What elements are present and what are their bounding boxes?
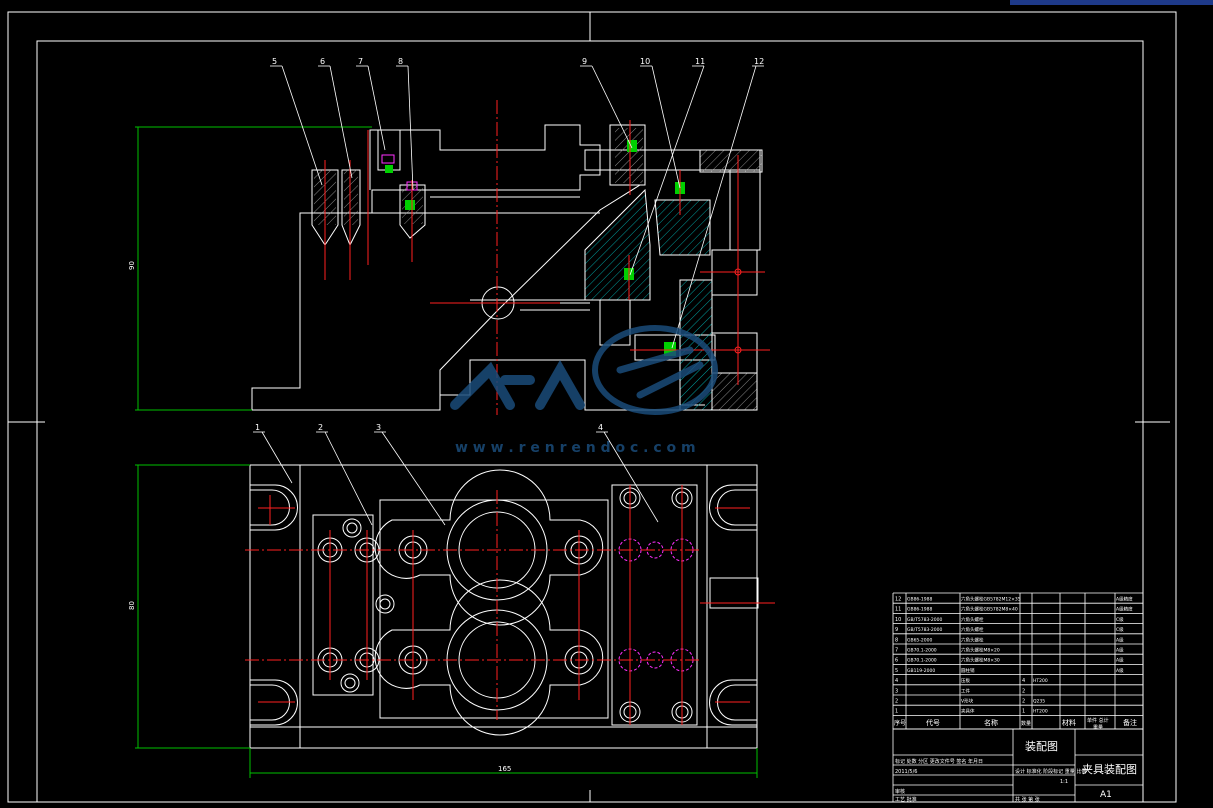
- bom-row-name: 六角头螺栓: [961, 636, 984, 643]
- bom-row-qty: 2: [1022, 699, 1025, 705]
- cad-drawing: 90 5 6 7 8 9 10 11 12 w w w . r e n r e …: [0, 0, 1213, 808]
- callout-2: 2: [318, 423, 323, 432]
- callout-5: 5: [272, 57, 277, 66]
- bom-row-name: 六角头螺栓M8×20: [961, 647, 1000, 654]
- callout-7: 7: [358, 57, 363, 66]
- bom-row-name: 六角头螺栓GB5782M12×35: [961, 596, 1021, 603]
- bom-row-idx: 1: [895, 709, 898, 715]
- bom-row-qty: 2: [1022, 688, 1025, 694]
- bom-row-idx: 11: [895, 607, 901, 613]
- bom-row-idx: 4: [895, 678, 898, 684]
- bom-row-note: A级: [1116, 657, 1124, 664]
- bom-row-material: HT200: [1033, 678, 1048, 684]
- bom-row-idx: 8: [895, 637, 898, 643]
- bom-header-weight-sub: 重量: [1093, 724, 1103, 731]
- bom-row-name: 夹具体: [961, 708, 975, 715]
- bom-row-name: 压板: [961, 677, 970, 684]
- bom-header-material: 材料: [1062, 718, 1076, 727]
- drawing-background: [0, 0, 1213, 808]
- bom-row-material: Q235: [1033, 699, 1045, 705]
- bom-row-note: C级: [1116, 626, 1124, 633]
- bom-row-note: A级: [1116, 647, 1124, 654]
- callout-1: 1: [255, 423, 260, 432]
- bom-header-note: 备注: [1123, 718, 1137, 727]
- bom-row-code: GB86-1988: [907, 597, 933, 603]
- bom-row-code: GB70.1-2000: [907, 658, 937, 664]
- callout-10: 10: [640, 57, 650, 66]
- callout-9: 9: [582, 57, 587, 66]
- bom-row-name: 六角头螺栓M8×30: [961, 657, 1000, 664]
- callout-3: 3: [376, 423, 381, 432]
- bom-row-idx: 6: [895, 658, 898, 664]
- drawing-title: 夹具装配图: [1082, 763, 1137, 776]
- bom-row-idx: 9: [895, 627, 898, 633]
- bom-header-qty: 数量: [1021, 720, 1031, 727]
- bom-row-name: 六角头螺栓GB5782M8×40: [961, 606, 1018, 613]
- bom-row-name: 圆柱销: [961, 667, 975, 674]
- callout-12: 12: [754, 57, 764, 66]
- bom-row-qty: 1: [1022, 709, 1025, 715]
- callout-8: 8: [398, 57, 403, 66]
- bom-row-code: GB/T5783-2000: [907, 617, 943, 623]
- bom-row-idx: 12: [895, 597, 901, 603]
- drawing-type: 装配图: [1025, 740, 1058, 753]
- callout-4: 4: [598, 423, 603, 432]
- tb-scale: 1:1: [1060, 779, 1068, 785]
- tb-date: 2011/5/6: [895, 769, 917, 775]
- bom-row-note: A级: [1116, 636, 1124, 643]
- bom-row-idx: 7: [895, 648, 898, 654]
- tb-stage: 共 张 第 张: [1015, 796, 1040, 803]
- callout-11: 11: [695, 57, 705, 66]
- sheet-size: A1: [1100, 790, 1112, 800]
- bom-header-code: 代号: [926, 718, 940, 727]
- tb-row3: 审核: [895, 788, 905, 795]
- toolbar-strip: [1010, 0, 1213, 5]
- bom-row-name: 工件: [961, 687, 970, 694]
- bom-row-code: GB65-2000: [907, 637, 933, 643]
- tb-row1: 标记 处数 分区 更改文件号 签名 年月日: [895, 758, 983, 765]
- bom-header-idx: 序号: [894, 719, 906, 727]
- dim-text-plan-width: 165: [498, 765, 511, 773]
- watermark-url: w w w . r e n r e n d o c . c o m: [455, 440, 696, 456]
- bom-row-note: A级精度: [1116, 596, 1133, 603]
- bom-header-name: 名称: [984, 718, 998, 727]
- bom-row-code: GB86-1988: [907, 607, 933, 613]
- bom-row-name: V形块: [961, 698, 974, 705]
- bom-row-idx: 3: [895, 688, 898, 694]
- bom-row-code: GB70.1-2000: [907, 648, 937, 654]
- bom-row-idx: 2: [895, 699, 898, 705]
- bom-row-note: A级精度: [1116, 606, 1133, 613]
- bom-row-name: 六角头螺栓: [961, 616, 984, 623]
- bom-row-note: A级: [1116, 667, 1124, 674]
- dim-text-top-height: 90: [128, 261, 136, 270]
- bom-row-qty: 4: [1022, 678, 1025, 684]
- tb-row2: 设计 标准化 阶段标记 重量 比例: [1015, 768, 1086, 775]
- dim-text-plan-height: 80: [128, 601, 136, 610]
- bom-row-note: C级: [1116, 616, 1124, 623]
- bom-row-code: GB119-2000: [907, 668, 935, 674]
- bom-row-code: GB/T5783-2000: [907, 627, 943, 633]
- bom-header-weight: 单件 总计: [1087, 717, 1109, 724]
- bom-row-material: HT200: [1033, 709, 1048, 715]
- bom-row-idx: 5: [895, 668, 898, 674]
- bom-row-idx: 10: [895, 617, 901, 623]
- bom-row-name: 六角头螺栓: [961, 626, 984, 633]
- callout-6: 6: [320, 57, 325, 66]
- tb-row4: 工艺 批准: [895, 796, 917, 803]
